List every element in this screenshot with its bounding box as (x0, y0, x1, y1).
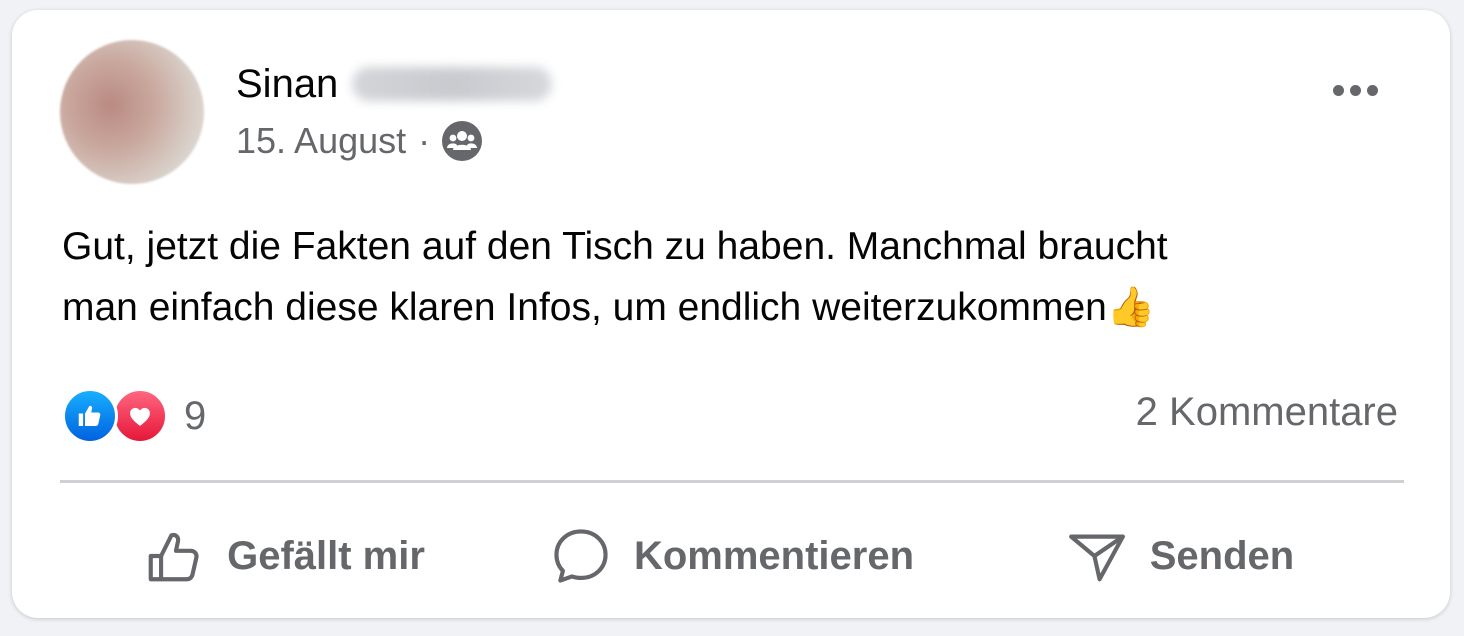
comment-button[interactable]: Kommentieren (508, 506, 956, 606)
more-options-button[interactable] (1320, 72, 1390, 108)
post-text-line: man einfach diese klaren Infos, um endli… (62, 286, 1156, 329)
comments-count-link[interactable]: 2 Kommentare (1136, 390, 1398, 435)
author-first-name[interactable]: Sinan (236, 62, 338, 107)
like-button[interactable]: Gefällt mir (60, 506, 508, 606)
post-text: Gut, jetzt die Fakten auf den Tisch zu h… (62, 216, 1422, 338)
post-meta: 15. August · (236, 118, 483, 164)
divider (60, 480, 1404, 483)
love-reaction-icon (112, 388, 168, 444)
action-bar: Gefällt mir Kommentieren Senden (60, 506, 1404, 606)
send-icon (1068, 534, 1125, 582)
like-button-label: Gefällt mir (227, 533, 425, 578)
send-button-label: Senden (1149, 533, 1295, 578)
meta-separator: · (418, 120, 431, 161)
thumbs-up-icon (148, 532, 199, 582)
author-last-name-blurred (352, 67, 553, 101)
comment-bubble-icon (554, 529, 608, 583)
author-name[interactable]: Sinan (236, 58, 553, 110)
reaction-count: 9 (184, 393, 207, 438)
friends-icon[interactable] (442, 121, 483, 161)
post-text-line: Gut, jetzt die Fakten auf den Tisch zu h… (62, 225, 1168, 268)
like-reaction-icon (62, 388, 118, 444)
reactions-summary[interactable]: 9 (62, 386, 206, 446)
avatar[interactable] (60, 40, 204, 184)
post-date[interactable]: 15. August (236, 120, 406, 162)
more-dots-icon (1332, 84, 1344, 96)
send-button[interactable]: Senden (956, 506, 1404, 606)
post-card: Sinan 15. August · Gut, jetzt die Fakten… (12, 10, 1450, 618)
comment-button-label: Kommentieren (633, 533, 915, 578)
